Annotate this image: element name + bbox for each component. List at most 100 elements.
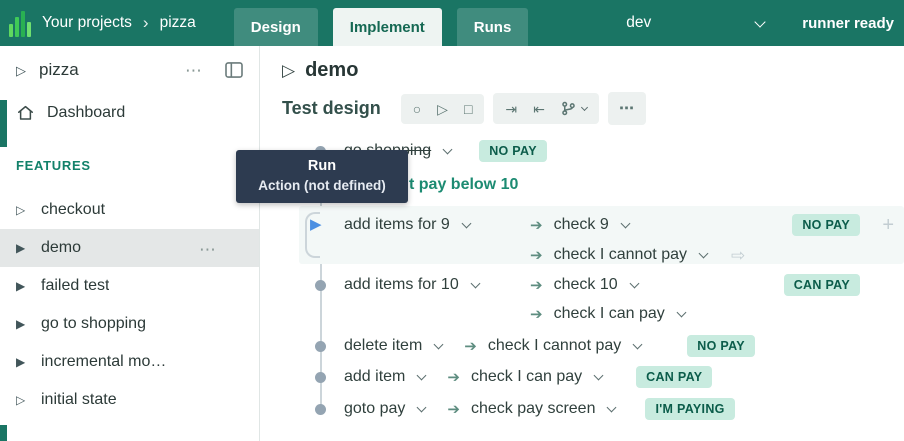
breadcrumb-your-projects[interactable]: Your projects bbox=[42, 14, 132, 32]
sidebar-item-go-to-shopping[interactable]: ▶ go to shopping bbox=[0, 305, 259, 343]
sidebar-item-label: checkout bbox=[41, 201, 105, 219]
more-options-icon[interactable]: ⋯ bbox=[199, 241, 217, 258]
step-label[interactable]: delete item bbox=[344, 337, 422, 355]
chevron-down-icon[interactable] bbox=[607, 402, 617, 412]
sidebar-item-label: Dashboard bbox=[47, 104, 125, 122]
sidebar-item-demo[interactable]: ▶ demo ⋯ bbox=[0, 229, 259, 267]
step-row-add-item[interactable]: add item ➔ check I can pay CAN PAY bbox=[260, 364, 904, 390]
run-step-button[interactable]: ▶ bbox=[310, 215, 322, 235]
chevron-down-icon[interactable] bbox=[633, 339, 643, 349]
chevron-down-icon[interactable] bbox=[699, 248, 709, 258]
status-badge: NO PAY bbox=[792, 214, 860, 236]
play-filled-icon: ▶ bbox=[16, 318, 33, 330]
tab-runs[interactable]: Runs bbox=[457, 8, 529, 46]
check-label[interactable]: check I can pay bbox=[471, 368, 582, 386]
chevron-down-icon bbox=[755, 16, 766, 27]
tab-implement[interactable]: Implement bbox=[333, 8, 442, 46]
arrow-right-icon: ➔ bbox=[530, 278, 543, 293]
chevron-down-icon[interactable] bbox=[676, 307, 686, 317]
step-label[interactable]: add items for 10 bbox=[344, 276, 459, 294]
arrow-right-icon: ➔ bbox=[447, 370, 460, 385]
runner-status: runner ready bbox=[802, 15, 894, 32]
features-list: ▷ checkout ▶ demo ⋯ ▶ failed test ▶ go t… bbox=[0, 191, 259, 419]
step-bullet bbox=[315, 280, 326, 291]
main-panel: ▷ demo Test design ○ ▷ □ ⇥ ⇤ ⋯ go shoppi… bbox=[260, 46, 904, 441]
step-bullet bbox=[315, 404, 326, 415]
tooltip-title: Run bbox=[242, 158, 402, 174]
check-label[interactable]: check 9 bbox=[554, 216, 609, 234]
env-label: dev bbox=[626, 14, 651, 32]
check-row-cannot-pay[interactable]: ➔ check I cannot pay ⇨ bbox=[260, 242, 904, 268]
status-badge: NO PAY bbox=[687, 335, 755, 357]
step-bullet bbox=[315, 372, 326, 383]
more-options-icon[interactable]: ⋯ bbox=[185, 62, 203, 79]
play-outline-icon: ▷ bbox=[16, 204, 33, 216]
step-bullet bbox=[315, 341, 326, 352]
collapse-sidebar-icon[interactable] bbox=[225, 62, 243, 78]
chevron-down-icon[interactable] bbox=[417, 402, 427, 412]
chevron-down-icon[interactable] bbox=[443, 144, 453, 154]
sidebar-item-label: failed test bbox=[41, 277, 109, 295]
step-row-goto-pay[interactable]: goto pay ➔ check pay screen I'M PAYING bbox=[260, 396, 904, 422]
chevron-down-icon[interactable] bbox=[434, 339, 444, 349]
chevron-down-icon[interactable] bbox=[417, 370, 427, 380]
check-label[interactable]: check I cannot pay bbox=[488, 337, 621, 355]
status-badge: CAN PAY bbox=[784, 274, 860, 296]
play-outline-icon: ▷ bbox=[16, 64, 33, 77]
app-logo-icon[interactable] bbox=[9, 10, 31, 37]
chevron-down-icon[interactable] bbox=[461, 218, 471, 228]
play-filled-icon: ▶ bbox=[16, 280, 33, 292]
header-tabs: Design Implement Runs bbox=[234, 8, 529, 46]
features-section-label: FEATURES bbox=[16, 158, 259, 173]
arrow-right-icon: ➔ bbox=[530, 218, 543, 233]
arrow-right-icon: ➔ bbox=[530, 307, 543, 322]
breadcrumb-project[interactable]: pizza bbox=[160, 14, 196, 32]
step-row-add-items-for-10[interactable]: add items for 10 ➔ check 10 CAN PAY bbox=[260, 272, 904, 298]
breadcrumb-separator-icon: › bbox=[143, 13, 149, 33]
step-row-add-items-for-9[interactable]: ▶ add items for 9 ➔ check 9 NO PAY + bbox=[260, 212, 904, 238]
tab-design[interactable]: Design bbox=[234, 8, 318, 46]
sidebar-accent-bar bbox=[0, 100, 7, 147]
add-check-arrow-icon[interactable]: ⇨ bbox=[731, 247, 745, 264]
arrow-right-icon: ➔ bbox=[530, 248, 543, 263]
breadcrumb: Your projects › pizza bbox=[42, 13, 196, 33]
play-filled-icon: ▶ bbox=[16, 242, 33, 254]
sidebar-item-label: initial state bbox=[41, 391, 117, 409]
step-label[interactable]: add items for 9 bbox=[344, 216, 450, 234]
arrow-right-icon: ➔ bbox=[464, 339, 477, 354]
sidebar-item-label: incremental mo… bbox=[41, 353, 166, 371]
sidebar-item-incremental[interactable]: ▶ incremental mo… bbox=[0, 343, 259, 381]
sidebar-item-checkout[interactable]: ▷ checkout bbox=[0, 191, 259, 229]
tooltip-subtitle: Action (not defined) bbox=[242, 178, 402, 193]
check-row-can-pay[interactable]: ➔ check I can pay bbox=[260, 301, 904, 327]
sidebar-item-initial-state[interactable]: ▷ initial state bbox=[0, 381, 259, 419]
sidebar-item-dashboard[interactable]: Dashboard bbox=[0, 92, 259, 134]
add-step-icon[interactable]: + bbox=[882, 212, 894, 238]
sidebar-project-row[interactable]: ▷ pizza ⋯ bbox=[0, 46, 259, 92]
status-badge: NO PAY bbox=[479, 140, 547, 162]
play-outline-icon: ▷ bbox=[16, 394, 33, 406]
chevron-down-icon[interactable] bbox=[594, 370, 604, 380]
check-label[interactable]: check I cannot pay bbox=[554, 246, 687, 264]
status-badge: I'M PAYING bbox=[645, 398, 734, 420]
scenario-tree: go shopping NO PAY t pay below 10 ▶ add … bbox=[260, 46, 904, 441]
env-dropdown[interactable]: dev bbox=[626, 14, 766, 32]
project-name[interactable]: pizza bbox=[39, 60, 185, 80]
home-icon bbox=[16, 104, 35, 122]
app-header: Your projects › pizza Design Implement R… bbox=[0, 0, 904, 46]
step-row-delete-item[interactable]: delete item ➔ check I cannot pay NO PAY bbox=[260, 333, 904, 359]
sidebar-item-label: go to shopping bbox=[41, 315, 146, 333]
chevron-down-icon[interactable] bbox=[629, 278, 639, 288]
sidebar-item-failed-test[interactable]: ▶ failed test bbox=[0, 267, 259, 305]
chevron-down-icon[interactable] bbox=[470, 278, 480, 288]
check-label[interactable]: check pay screen bbox=[471, 400, 596, 418]
sidebar-accent-bar bbox=[0, 425, 7, 441]
step-label[interactable]: goto pay bbox=[344, 400, 405, 418]
status-badge: CAN PAY bbox=[636, 366, 712, 388]
scenario-heading[interactable]: t pay below 10 bbox=[409, 176, 518, 194]
check-label[interactable]: check I can pay bbox=[554, 305, 665, 323]
chevron-down-icon[interactable] bbox=[620, 218, 630, 228]
step-label[interactable]: add item bbox=[344, 368, 405, 386]
check-label[interactable]: check 10 bbox=[554, 276, 618, 294]
play-filled-icon: ▶ bbox=[16, 356, 33, 368]
